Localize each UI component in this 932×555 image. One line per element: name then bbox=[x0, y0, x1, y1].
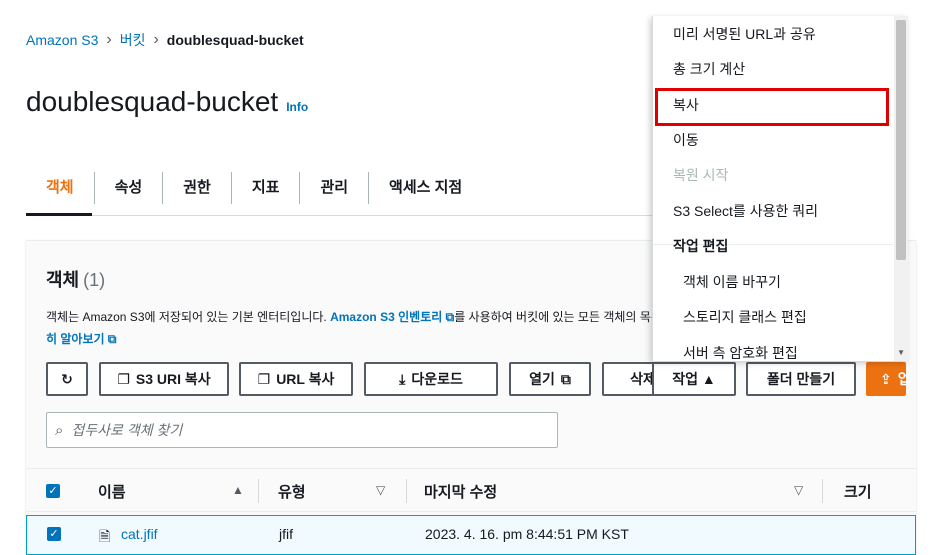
refresh-button[interactable]: ↻ bbox=[46, 362, 88, 396]
copy-icon: ❐ bbox=[117, 370, 130, 387]
object-type: jfif bbox=[279, 526, 293, 542]
file-icon: 🗎 bbox=[99, 528, 111, 544]
create-folder-button[interactable]: 폴더 만들기 bbox=[746, 362, 856, 396]
scroll-down-arrow-icon[interactable]: ▼ bbox=[897, 348, 905, 357]
object-last-modified: 2023. 4. 16. pm 8:44:51 PM KST bbox=[425, 526, 629, 542]
search-placeholder: 접두사로 객체 찾기 bbox=[71, 422, 183, 438]
copy-s3-uri-button[interactable]: ❐ S3 URI 복사 bbox=[99, 362, 229, 396]
inventory-link[interactable]: Amazon S3 인벤토리 bbox=[330, 310, 442, 324]
actions-dropdown-menu: 미리 서명된 URL과 공유 총 크기 계산 복사 이동 복원 시작 S3 Se… bbox=[652, 16, 908, 361]
column-header-last-modified[interactable]: 마지막 수정 bbox=[424, 481, 497, 502]
menu-scrollbar-thumb[interactable] bbox=[896, 20, 906, 260]
learn-more-link[interactable]: 히 알아보기 bbox=[46, 332, 105, 346]
objects-count: (1) bbox=[83, 270, 106, 290]
menu-item-edit-storage-class[interactable]: 스토리지 클래스 편집 bbox=[683, 307, 807, 327]
menu-item-rename-object[interactable]: 객체 이름 바꾸기 bbox=[683, 272, 781, 292]
copy-url-label: URL 복사 bbox=[276, 371, 335, 387]
tab-metrics[interactable]: 지표 bbox=[230, 171, 300, 204]
column-header-size[interactable]: 크기 bbox=[844, 481, 872, 502]
page-title: doublesquad-bucket Info bbox=[26, 86, 308, 118]
external-link-icon: ⧉ bbox=[442, 310, 455, 324]
breadcrumb: Amazon S3 › 버킷 › doublesquad-bucket bbox=[26, 30, 304, 50]
tab-management[interactable]: 관리 bbox=[299, 171, 368, 204]
menu-scrollbar[interactable]: ▼ bbox=[894, 16, 908, 361]
sort-icon[interactable]: ▽ bbox=[794, 483, 803, 497]
column-header-name[interactable]: 이름 bbox=[98, 481, 126, 502]
column-divider bbox=[822, 479, 823, 503]
table-row[interactable]: ✓ 🗎 cat.jfif jfif 2023. 4. 16. pm 8:44:5… bbox=[26, 515, 916, 555]
search-icon: ⌕ bbox=[55, 421, 64, 439]
column-divider bbox=[258, 479, 259, 503]
menu-item-initiate-restore: 복원 시작 bbox=[673, 167, 729, 183]
copy-s3-uri-label: S3 URI 복사 bbox=[135, 371, 211, 387]
actions-label: 작업 ▲ bbox=[672, 371, 716, 387]
menu-item-share-presigned-url[interactable]: 미리 서명된 URL과 공유 bbox=[673, 24, 816, 44]
upload-button[interactable]: ⇪ 업 bbox=[866, 362, 911, 396]
upload-icon: ⇪ bbox=[880, 370, 892, 387]
chevron-right-icon: › bbox=[106, 31, 112, 48]
menu-item-move[interactable]: 이동 bbox=[673, 130, 699, 150]
row-checkbox[interactable]: ✓ bbox=[47, 527, 61, 541]
breadcrumb-current: doublesquad-bucket bbox=[166, 32, 304, 48]
download-icon: ⤓ bbox=[399, 370, 406, 387]
menu-item-edit-server-side-encryption[interactable]: 서버 측 암호화 편집 bbox=[683, 343, 798, 361]
create-folder-label: 폴더 만들기 bbox=[766, 371, 836, 387]
select-all-checkbox[interactable]: ✓ bbox=[46, 484, 60, 498]
sort-icon[interactable]: ▽ bbox=[376, 483, 385, 497]
object-name-link[interactable]: cat.jfif bbox=[121, 526, 158, 542]
objects-heading-label: 객체 bbox=[46, 270, 80, 290]
download-label: 다운로드 bbox=[411, 371, 463, 387]
menu-group-edit-actions: 작업 편집 bbox=[673, 238, 729, 254]
search-input[interactable]: ⌕ 접두사로 객체 찾기 bbox=[46, 412, 558, 448]
chevron-right-icon: › bbox=[153, 31, 159, 48]
desc-text-2: 를 사용하여 버킷에 있는 모든 객체의 목록 bbox=[454, 310, 662, 324]
external-link-icon: ⧉ bbox=[104, 332, 117, 346]
menu-item-query-s3-select[interactable]: S3 Select를 사용한 쿼리 bbox=[673, 201, 818, 221]
external-link-icon: ⧉ bbox=[560, 370, 571, 387]
breadcrumb-buckets-link[interactable]: 버킷 bbox=[120, 30, 146, 50]
tab-access-points[interactable]: 액세스 지점 bbox=[368, 171, 482, 204]
open-label: 열기 bbox=[529, 371, 555, 387]
open-button[interactable]: 열기 ⧉ bbox=[509, 362, 591, 396]
breadcrumb-amazon-s3-link[interactable]: Amazon S3 bbox=[26, 32, 98, 48]
copy-url-button[interactable]: ❐ URL 복사 bbox=[239, 362, 353, 396]
download-button[interactable]: ⤓ 다운로드 bbox=[364, 362, 498, 396]
objects-heading: 객체 (1) bbox=[46, 266, 105, 292]
column-divider bbox=[406, 479, 407, 503]
copy-icon: ❐ bbox=[257, 370, 271, 387]
tab-properties[interactable]: 속성 bbox=[93, 171, 163, 204]
column-header-type[interactable]: 유형 bbox=[278, 481, 306, 502]
desc-text-1: 객체는 Amazon S3에 저장되어 있는 기본 엔터티입니다. bbox=[46, 310, 331, 324]
tab-permissions[interactable]: 권한 bbox=[162, 171, 231, 204]
bucket-name-title: doublesquad-bucket bbox=[26, 86, 279, 117]
sort-ascending-icon[interactable]: ▲ bbox=[232, 483, 244, 497]
copy-highlight-box bbox=[655, 88, 889, 126]
tab-objects[interactable]: 객체 bbox=[26, 172, 94, 204]
menu-item-calculate-total-size[interactable]: 총 크기 계산 bbox=[673, 59, 745, 79]
upload-label: 업 bbox=[897, 371, 911, 387]
active-tab-indicator bbox=[26, 213, 92, 216]
info-link[interactable]: Info bbox=[286, 100, 308, 114]
refresh-icon: ↻ bbox=[61, 370, 73, 387]
actions-dropdown-button[interactable]: 작업 ▲ bbox=[652, 362, 736, 396]
table-header: ✓ 이름 ▲ 유형 ▽ 마지막 수정 ▽ 크기 bbox=[26, 468, 916, 512]
